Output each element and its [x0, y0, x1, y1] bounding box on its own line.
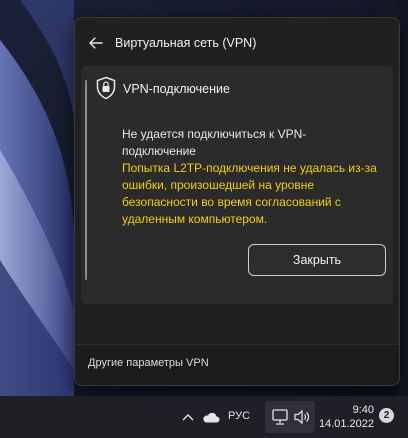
onedrive-cloud-icon — [203, 412, 220, 422]
clock-button[interactable]: 9:40 14.01.2022 — [319, 403, 374, 431]
notification-count-badge[interactable]: 2 — [379, 408, 394, 423]
flyout-footer: Другие параметры VPN — [75, 344, 399, 385]
show-hidden-icons-button[interactable] — [180, 408, 196, 426]
onedrive-button[interactable] — [200, 408, 222, 426]
taskbar: РУС 9:40 14.01.2022 2 — [0, 396, 408, 438]
vpn-connection-card: VPN-подключение Не удается подключиться … — [81, 66, 393, 304]
shield-icon — [96, 76, 116, 100]
chevron-up-icon — [182, 414, 194, 421]
flyout-title: Виртуальная сеть (VPN) — [115, 36, 257, 50]
close-button[interactable]: Закрыть — [248, 244, 386, 276]
clock-time: 9:40 — [352, 404, 374, 416]
input-language-indicator[interactable]: РУС — [228, 410, 250, 422]
flyout-header: Виртуальная сеть (VPN) — [75, 18, 399, 66]
back-arrow-icon — [89, 37, 103, 49]
error-details: Попытка L2TP-подключения не удалась из-з… — [122, 161, 377, 226]
vpn-connection-name: VPN-подключение — [123, 82, 230, 96]
scrollbar[interactable] — [85, 80, 87, 280]
clock-date: 14.01.2022 — [318, 418, 374, 430]
vpn-flyout: Виртуальная сеть (VPN) VPN-подключение Н… — [74, 17, 400, 386]
network-icon — [272, 409, 288, 425]
more-vpn-settings-link[interactable]: Другие параметры VPN — [88, 357, 209, 369]
network-volume-button[interactable] — [265, 401, 315, 433]
volume-icon — [294, 409, 310, 425]
back-button[interactable] — [83, 30, 109, 56]
connection-error-message: Не удается подключиться к VPN-подключени… — [122, 126, 378, 228]
error-summary: Не удается подключиться к VPN-подключени… — [122, 127, 307, 158]
